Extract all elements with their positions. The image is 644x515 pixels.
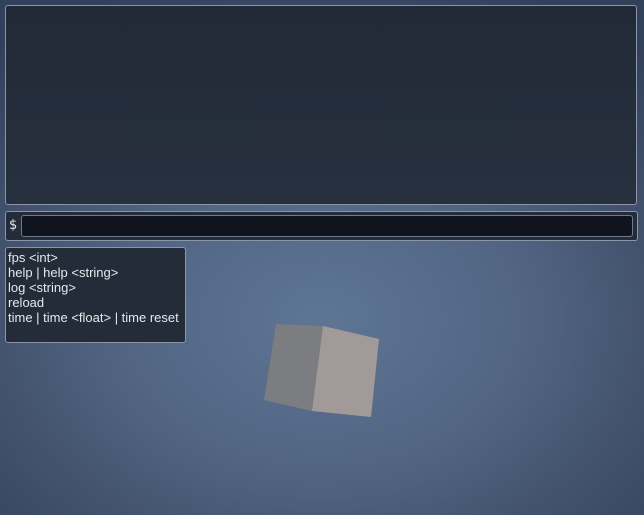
cube-right-face [312, 326, 379, 417]
scene-cube [264, 324, 379, 417]
